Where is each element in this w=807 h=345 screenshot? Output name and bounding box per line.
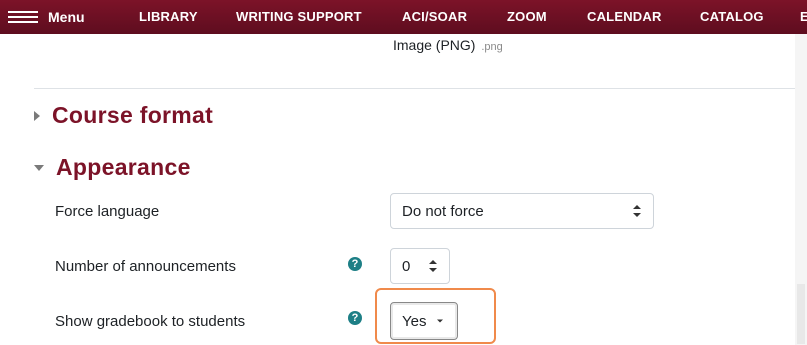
announcements-label: Number of announcements xyxy=(55,258,236,275)
gradebook-label: Show gradebook to students xyxy=(55,313,246,330)
caret-down-icon xyxy=(34,164,44,171)
scrollbar[interactable] xyxy=(795,34,807,345)
nav-link-catalog[interactable]: CATALOG xyxy=(700,0,764,34)
hamburger-icon xyxy=(8,10,38,24)
nav-link-writing-support[interactable]: WRITING SUPPORT xyxy=(236,0,362,34)
section-title-course-format: Course format xyxy=(52,102,214,128)
file-type-name: Image (PNG) xyxy=(393,37,476,53)
caret-down-icon xyxy=(437,319,443,323)
announcements-select[interactable]: 0 xyxy=(390,248,450,284)
course-settings-form: Image (PNG) .png Course format Appearanc… xyxy=(0,34,795,345)
nav-link-calendar[interactable]: CALENDAR xyxy=(587,0,662,34)
force-language-label: Force language xyxy=(55,203,160,220)
force-language-select[interactable]: Do not force xyxy=(390,193,654,229)
nav-link-library[interactable]: LIBRARY xyxy=(139,0,198,34)
scrollbar-thumb[interactable] xyxy=(797,284,805,344)
section-appearance[interactable]: Appearance xyxy=(34,154,191,181)
file-type-label: Image (PNG) .png xyxy=(393,37,503,53)
question-circle-icon[interactable]: ? xyxy=(348,257,362,271)
gradebook-select[interactable]: Yes xyxy=(390,302,458,340)
file-type-extension: .png xyxy=(481,41,503,53)
caret-right-icon xyxy=(34,110,40,121)
menu-label: Menu xyxy=(48,9,85,25)
nav-link-aci-soar[interactable]: ACI/SOAR xyxy=(402,0,467,34)
menu-button[interactable]: Menu xyxy=(8,0,85,34)
select-arrows-icon xyxy=(429,260,437,272)
announcements-value: 0 xyxy=(402,257,411,275)
section-title-appearance: Appearance xyxy=(56,154,191,180)
nav-link-zoom[interactable]: ZOOM xyxy=(507,0,547,34)
nav-link-truncated[interactable]: E xyxy=(800,0,807,34)
top-navigation-bar: Menu LIBRARY WRITING SUPPORT ACI/SOAR ZO… xyxy=(0,0,807,34)
gradebook-value: Yes xyxy=(402,312,427,330)
question-circle-icon[interactable]: ? xyxy=(348,311,362,325)
force-language-value: Do not force xyxy=(402,202,484,220)
select-arrows-icon xyxy=(633,205,641,217)
section-course-format[interactable]: Course format xyxy=(34,102,213,129)
section-divider xyxy=(34,88,795,89)
